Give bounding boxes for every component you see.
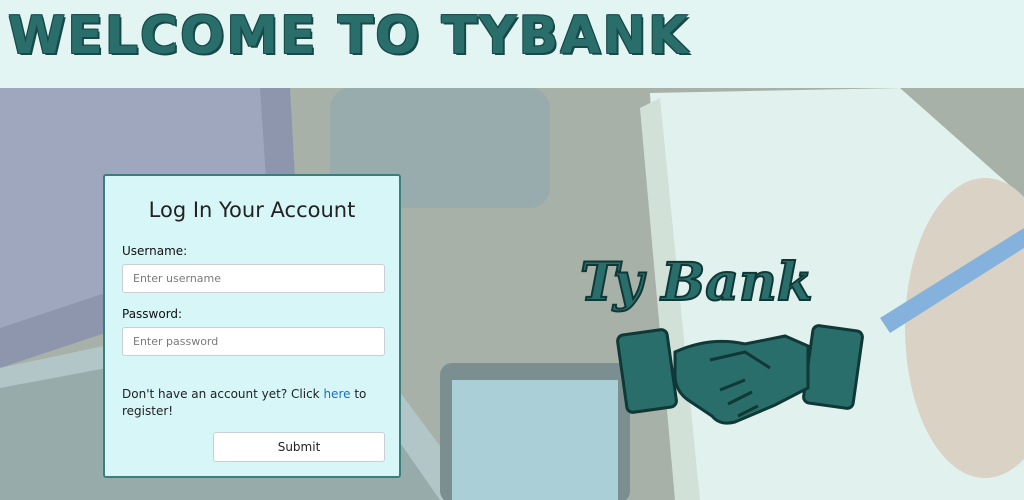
register-link[interactable]: here <box>323 387 350 401</box>
username-label: Username: <box>122 244 188 258</box>
username-input[interactable] <box>122 264 385 293</box>
tybank-logo: Ty Bank <box>579 251 864 425</box>
password-input[interactable] <box>122 327 385 356</box>
site-header: WELCOME TO TYBANK <box>0 0 1024 88</box>
password-label: Password: <box>122 307 183 321</box>
handshake-icon <box>616 324 864 425</box>
page-title: WELCOME TO TYBANK <box>8 6 691 66</box>
svg-text:Ty Bank: Ty Bank <box>580 252 813 313</box>
submit-button[interactable]: Submit <box>213 432 385 462</box>
login-title: Log In Your Account <box>148 198 356 222</box>
register-prompt: Don't have an account yet? Click here to… <box>122 386 372 420</box>
login-form: Log In Your Account Username: Password: … <box>103 174 401 478</box>
register-prefix: Don't have an account yet? Click <box>122 387 324 401</box>
